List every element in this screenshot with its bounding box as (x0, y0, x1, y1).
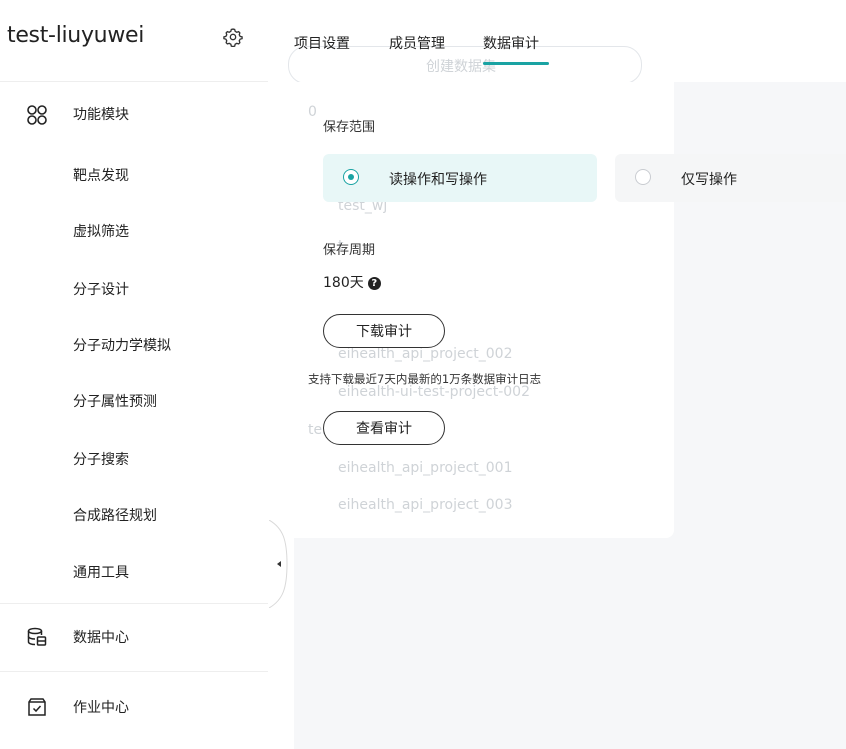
sidebar-collapse-handle[interactable] (269, 520, 291, 608)
tab-member-management[interactable]: 成员管理 (389, 33, 445, 53)
retention-period-value: 180天? (323, 272, 381, 292)
modules-icon (27, 105, 47, 125)
menu-group-label: 数据中心 (73, 630, 129, 646)
menu-group-label: 作业中心 (73, 700, 129, 716)
radio-unselected-icon (635, 169, 651, 185)
scope-option-read-write[interactable]: 读操作和写操作 (323, 154, 597, 202)
radio-selected-icon (343, 169, 359, 185)
tab-data-audit[interactable]: 数据审计 (483, 33, 539, 53)
ghost-text: 创建数据集 (426, 59, 496, 75)
retention-scope-label: 保存范围 (323, 120, 376, 135)
sidebar-divider (0, 603, 268, 604)
sidebar-item-molecule-design[interactable]: 分子设计 (73, 279, 129, 299)
database-icon (27, 627, 47, 646)
scope-option-write-only[interactable]: 仅写操作 (615, 154, 846, 202)
ghost-text: eihealth_api_project_002 (338, 346, 513, 362)
sidebar: test-liuyuwei 功能模块 靶点发现 虚拟筛选 分子设计 分子动力学模… (0, 0, 268, 749)
scope-option-label: 仅写操作 (681, 172, 737, 188)
sidebar-item-synthesis-planning[interactable]: 合成路径规划 (73, 505, 157, 525)
retention-period-label: 保存周期 (323, 243, 376, 258)
menu-group-job-center[interactable]: 作业中心 (0, 678, 268, 734)
sidebar-item-target-discovery[interactable]: 靶点发现 (73, 165, 129, 185)
main-content: 创建数据集 项目设置 成员管理 数据审计 0 ocoda test_wj t e… (288, 0, 846, 749)
active-tab-indicator (483, 62, 549, 65)
sidebar-item-molecule-search[interactable]: 分子搜索 (73, 449, 129, 469)
sidebar-item-virtual-screening[interactable]: 虚拟筛选 (73, 221, 129, 241)
scope-option-label: 读操作和写操作 (389, 172, 487, 188)
ghost-text: eihealth_api_project_001 (338, 460, 513, 476)
sidebar-divider (0, 671, 268, 672)
project-name: test-liuyuwei (7, 23, 145, 48)
audit-panel: 0 ocoda test_wj t eihealth_api_project_0… (294, 82, 674, 538)
menu-group-modules[interactable]: 功能模块 (0, 86, 268, 142)
sidebar-item-general-tools[interactable]: 通用工具 (73, 562, 129, 582)
sidebar-header: test-liuyuwei (0, 0, 268, 82)
gear-icon[interactable] (223, 27, 243, 47)
sidebar-item-md-simulation[interactable]: 分子动力学模拟 (73, 335, 171, 355)
job-icon (28, 698, 46, 716)
menu-group-label: 功能模块 (73, 107, 129, 123)
period-value-text: 180天 (323, 275, 364, 291)
download-hint: 支持下载最近7天内最新的1万条数据审计日志 (308, 372, 542, 386)
download-audit-button[interactable]: 下载审计 (323, 314, 445, 348)
ghost-text: eihealth_api_project_003 (338, 497, 513, 513)
menu-group-data-center[interactable]: 数据中心 (0, 608, 268, 664)
help-icon[interactable]: ? (367, 276, 381, 290)
sidebar-item-property-prediction[interactable]: 分子属性预测 (73, 391, 157, 411)
tab-project-settings[interactable]: 项目设置 (294, 33, 350, 53)
view-audit-button[interactable]: 查看审计 (323, 411, 445, 445)
ghost-text: 0 (308, 104, 317, 120)
